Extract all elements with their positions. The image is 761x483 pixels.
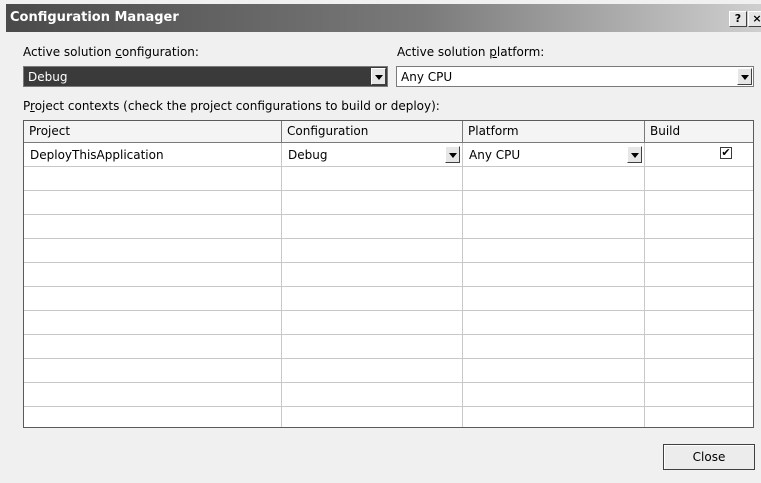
checkmark-icon: ✔ bbox=[721, 146, 731, 159]
chevron-down-icon[interactable] bbox=[445, 146, 460, 163]
empty-row bbox=[24, 215, 753, 239]
empty-row bbox=[24, 383, 753, 407]
empty-row bbox=[24, 407, 753, 427]
empty-row bbox=[24, 263, 753, 287]
column-header-configuration[interactable]: Configuration bbox=[282, 121, 463, 143]
grid-header: Project Configuration Platform Build bbox=[24, 121, 753, 143]
project-name-cell: DeployThisApplication bbox=[24, 143, 282, 167]
title-bar: Configuration Manager ? × bbox=[6, 4, 761, 32]
configuration-cell-value: Debug bbox=[288, 148, 328, 162]
close-icon[interactable]: × bbox=[748, 11, 761, 27]
build-checkbox[interactable]: ✔ bbox=[720, 147, 732, 159]
column-header-build[interactable]: Build bbox=[645, 121, 753, 143]
active-config-value: Debug bbox=[28, 70, 68, 84]
configuration-cell-dropdown[interactable]: Debug bbox=[282, 143, 463, 167]
empty-row bbox=[24, 311, 753, 335]
configuration-manager-dialog: Configuration Manager ? × Active solutio… bbox=[0, 0, 761, 483]
empty-row bbox=[24, 167, 753, 191]
column-header-platform[interactable]: Platform bbox=[463, 121, 645, 143]
chevron-down-icon[interactable] bbox=[627, 146, 642, 163]
chevron-down-icon[interactable] bbox=[371, 68, 386, 85]
close-button[interactable]: Close bbox=[663, 444, 755, 470]
window-title: Configuration Manager bbox=[10, 10, 179, 25]
active-config-dropdown[interactable]: Debug bbox=[23, 66, 388, 87]
platform-cell-value: Any CPU bbox=[469, 148, 521, 162]
table-row: DeployThisApplication Debug Any CPU ✔ bbox=[24, 143, 753, 167]
platform-cell-dropdown[interactable]: Any CPU bbox=[463, 143, 645, 167]
chevron-down-icon[interactable] bbox=[737, 68, 752, 85]
project-contexts-grid: Project Configuration Platform Build Dep… bbox=[23, 120, 754, 428]
active-platform-dropdown[interactable]: Any CPU bbox=[396, 66, 754, 87]
build-cell: ✔ bbox=[645, 143, 753, 167]
empty-row bbox=[24, 287, 753, 311]
empty-row bbox=[24, 191, 753, 215]
empty-row bbox=[24, 335, 753, 359]
help-icon[interactable]: ? bbox=[729, 11, 747, 27]
column-header-project[interactable]: Project bbox=[24, 121, 282, 143]
active-platform-label: Active solution platform: bbox=[397, 45, 545, 59]
project-contexts-label: Project contexts (check the project conf… bbox=[23, 99, 440, 113]
empty-row bbox=[24, 359, 753, 383]
empty-row bbox=[24, 239, 753, 263]
active-platform-value: Any CPU bbox=[401, 70, 453, 84]
active-config-label: Active solution configuration: bbox=[23, 45, 199, 59]
